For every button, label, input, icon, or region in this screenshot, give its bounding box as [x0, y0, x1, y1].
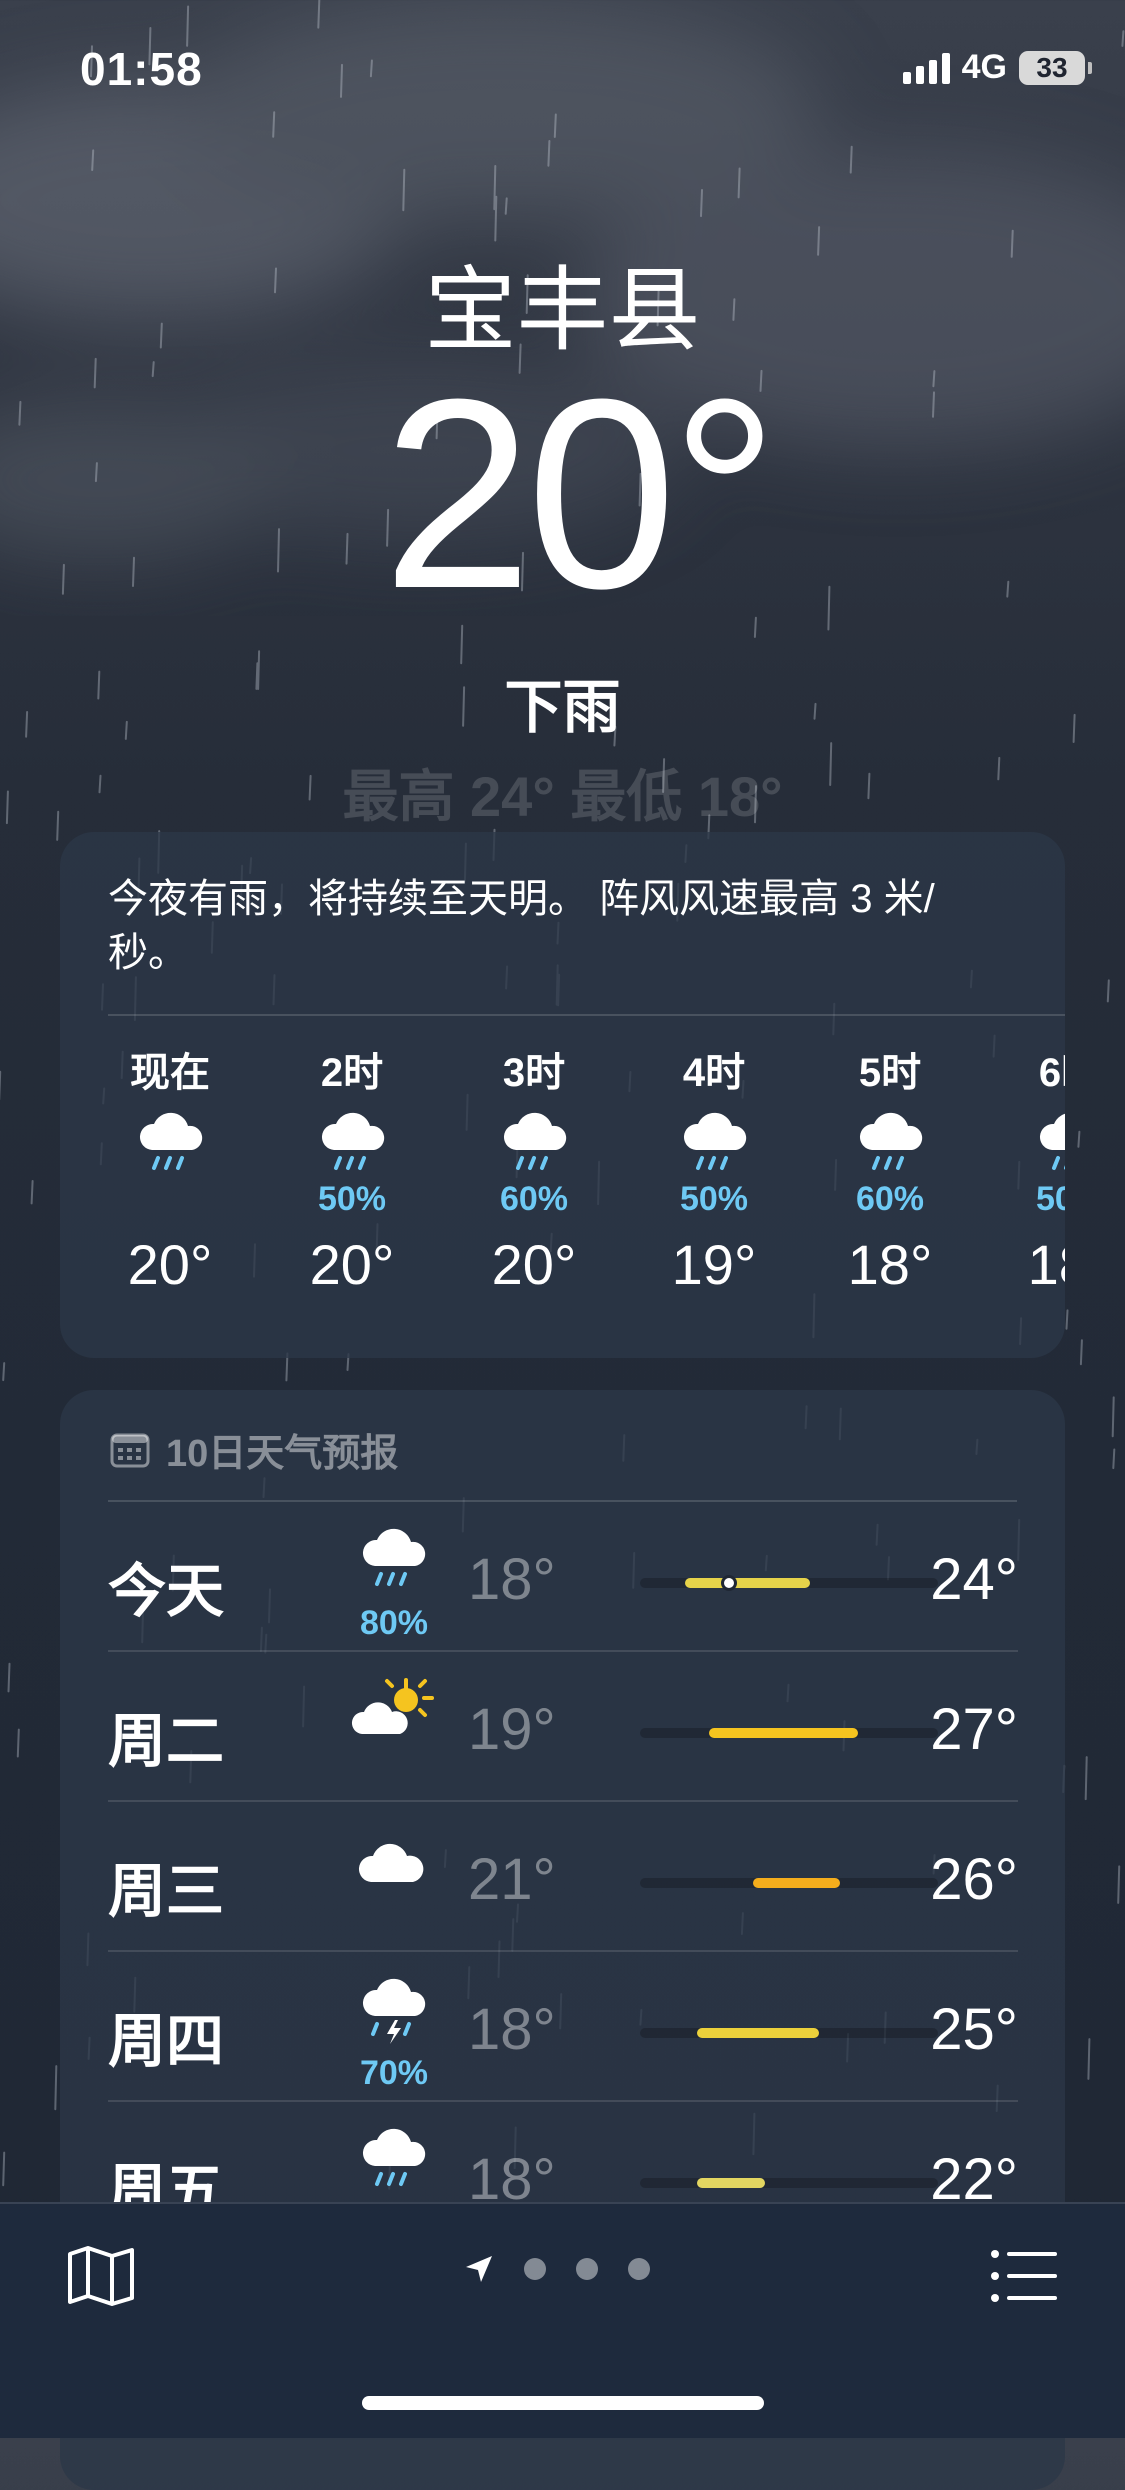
status-time: 01:58 — [80, 42, 203, 96]
temperature-range-fill — [709, 1728, 858, 1738]
forecast-day: 周二 — [108, 1694, 224, 1778]
rain-cloud-icon — [644, 1108, 784, 1178]
network-type: 4G — [962, 48, 1007, 87]
rain-cloud-icon — [348, 2126, 438, 2206]
page-dot[interactable] — [628, 2258, 650, 2280]
forecast-high: 27° — [930, 1696, 1018, 1763]
hour-item: 5时 60% 18° — [820, 1044, 960, 1297]
forecast-title: 10日天气预报 — [166, 1422, 398, 1477]
hour-temp: 18° — [1000, 1232, 1065, 1297]
forecast-high: 25° — [930, 1996, 1018, 2063]
forecast-low: 18° — [468, 1996, 556, 2063]
page-indicator[interactable] — [464, 2254, 650, 2284]
hour-item: 3时 60% 20° — [464, 1044, 604, 1297]
hour-temp: 19° — [644, 1232, 784, 1297]
rain-cloud-icon — [282, 1108, 422, 1178]
hour-temp: 18° — [820, 1232, 960, 1297]
forecast-low: 18° — [468, 1546, 556, 1613]
rain-cloud-icon — [464, 1108, 604, 1178]
cloud-icon — [348, 1826, 438, 1906]
hour-label: 6时 — [1000, 1044, 1065, 1102]
temperature-range-fill — [697, 2178, 766, 2188]
temperature-range-fill — [697, 2028, 819, 2038]
hour-label: 4时 — [644, 1044, 784, 1102]
rain-cloud-icon — [1000, 1108, 1065, 1178]
calendar-icon — [110, 1432, 150, 1468]
hour-temp: 20° — [100, 1232, 240, 1297]
thunderstorm-icon — [348, 1976, 438, 2056]
hour-precip: 50% — [644, 1178, 784, 1220]
battery-icon: 33 — [1019, 51, 1085, 85]
high-low-temperature: 最高 24° 最低 18° — [0, 752, 1125, 833]
temperature-range-bar — [640, 1878, 938, 1888]
temperature-range-bar — [640, 2028, 938, 2038]
forecast-low: 19° — [468, 1696, 556, 1763]
battery-level: 33 — [1036, 52, 1067, 84]
hour-item: 2时 50% 20° — [282, 1044, 422, 1297]
forecast-precip: 70% — [344, 2054, 444, 2093]
temperature-range-bar — [640, 1728, 938, 1738]
hour-precip: 60% — [464, 1178, 604, 1220]
forecast-row[interactable]: 周二 19° 27° — [108, 1652, 1018, 1802]
hour-precip: 50% — [1000, 1178, 1065, 1220]
rain-cloud-icon — [820, 1108, 960, 1178]
forecast-row[interactable]: 周三 21° 26° — [108, 1802, 1018, 1952]
hour-label: 3时 — [464, 1044, 604, 1102]
divider — [108, 1014, 1065, 1016]
cellular-signal-icon — [903, 52, 950, 84]
hour-temp: 20° — [464, 1232, 604, 1297]
hour-label: 2时 — [282, 1044, 422, 1102]
map-icon[interactable] — [66, 2244, 136, 2308]
rain-cloud-icon — [348, 1526, 438, 1606]
hour-item: 4时 50% 19° — [644, 1044, 784, 1297]
current-temp-marker — [721, 1575, 737, 1591]
temperature-range-bar — [640, 2178, 938, 2188]
location-arrow-icon[interactable] — [464, 2254, 494, 2284]
hour-label: 现在 — [100, 1044, 240, 1102]
forecast-day: 周三 — [108, 1844, 224, 1928]
rain-cloud-icon — [100, 1108, 240, 1178]
hour-precip: 60% — [820, 1178, 960, 1220]
forecast-summary: 今夜有雨，将持续至天明。 阵风风速最高 3 米/秒。 — [108, 872, 1008, 980]
list-icon[interactable] — [989, 2246, 1059, 2306]
current-condition: 下雨 — [0, 660, 1125, 744]
forecast-low: 21° — [468, 1846, 556, 1913]
hour-label: 5时 — [820, 1044, 960, 1102]
forecast-row[interactable]: 周四 70% 18° 25° — [108, 1952, 1018, 2102]
home-indicator[interactable] — [362, 2396, 764, 2410]
hour-item: 6时 50% 18° — [1000, 1044, 1065, 1297]
status-indicators: 4G 33 — [903, 48, 1085, 87]
forecast-row[interactable]: 今天 80% 18° 24° — [108, 1502, 1018, 1652]
hourly-forecast-card[interactable]: 今夜有雨，将持续至天明。 阵风风速最高 3 米/秒。 现在 20° 2时 50%… — [60, 832, 1065, 1358]
hour-temp: 20° — [282, 1232, 422, 1297]
hourly-scroller[interactable]: 现在 20° 2时 50% 20° 3时 60% 20° 4时 50% 19° … — [100, 1044, 1065, 1344]
temperature-range-fill — [753, 1878, 839, 1888]
hour-precip — [100, 1178, 240, 1220]
forecast-high: 24° — [930, 1546, 1018, 1613]
forecast-precip: 80% — [344, 1604, 444, 1643]
forecast-day: 周四 — [108, 1994, 224, 2078]
forecast-header: 10日天气预报 — [110, 1422, 398, 1477]
hour-precip: 50% — [282, 1178, 422, 1220]
forecast-high: 26° — [930, 1846, 1018, 1913]
partly-sunny-icon — [348, 1676, 438, 1756]
page-dot[interactable] — [576, 2258, 598, 2280]
temperature-range-fill — [685, 1578, 810, 1588]
temperature-range-bar — [640, 1578, 938, 1588]
page-dot[interactable] — [524, 2258, 546, 2280]
forecast-day: 今天 — [108, 1544, 224, 1628]
hour-item: 现在 20° — [100, 1044, 240, 1297]
current-temperature: 20° — [0, 360, 1125, 630]
status-bar: 01:58 4G 33 — [0, 0, 1125, 140]
